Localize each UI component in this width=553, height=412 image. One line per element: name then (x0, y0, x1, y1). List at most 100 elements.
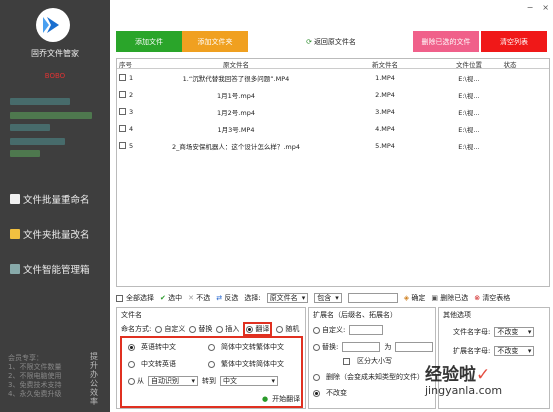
select-all-checkbox[interactable]: 全部选择 (116, 293, 154, 303)
chevron-down-icon: ▾ (527, 328, 532, 336)
cell-index: 4 (129, 124, 134, 133)
to-select[interactable]: 中文 ▾ (220, 376, 278, 386)
filename-panel: 文件名 命名方式: 自定义 替换 插入 翻译 随机 英语转中文 简体中文转繁体中… (116, 307, 306, 409)
delete-icon: ▣ (431, 294, 438, 302)
box-icon (10, 264, 20, 274)
cell-location: E:\视… (458, 91, 480, 100)
option-label: 中文转英语 (141, 360, 176, 368)
invert-button[interactable]: ⇄ 反选 (216, 293, 238, 303)
cell-new: 1.MP4 (375, 73, 395, 82)
blurred-info (10, 124, 50, 131)
ext-case-checkbox[interactable]: 区分大小写 (343, 356, 392, 366)
option-en-zh[interactable]: 英语转中文 (128, 342, 176, 352)
mode-custom[interactable]: 自定义 (155, 324, 185, 334)
cell-location: E:\视… (458, 125, 480, 134)
row-checkbox[interactable] (119, 125, 126, 132)
row-checkbox[interactable] (119, 142, 126, 149)
filter-input[interactable] (347, 293, 398, 303)
cell-new: 2.MP4 (375, 90, 395, 99)
ext-case-row: 扩展名字母: 不改变 ▾ (453, 346, 535, 356)
select-button[interactable]: ✔ 选中 (160, 293, 182, 303)
cell-location: E:\视… (458, 108, 480, 117)
mode-label: 命名方式: (121, 325, 152, 333)
option-label: 简体中文转繁体中文 (221, 343, 284, 351)
restore-name-button[interactable]: ⟳ 返回原文件名 (290, 31, 372, 52)
nav-smart-box[interactable]: 文件智能管理箱 (10, 262, 110, 276)
unselect-button[interactable]: ✕ 不选 (188, 293, 210, 303)
clear-icon: ⊗ (474, 294, 481, 302)
ext-replace-to-input[interactable] (395, 342, 434, 352)
confirm-icon: ◈ (403, 294, 410, 302)
option-t2s[interactable]: 繁体中文转简体中文 (208, 359, 284, 369)
select-all-label: 全部选择 (126, 294, 154, 302)
mode-replace[interactable]: 替换 (189, 324, 212, 334)
cell-original: 1月1号.mp4 (217, 91, 255, 100)
from-select[interactable]: 自动识别 ▾ (148, 376, 198, 386)
mode-translate[interactable]: 翻译 (243, 322, 273, 336)
member-title: 会员专享： (8, 354, 43, 362)
option-label: 繁体中文转简体中文 (221, 360, 284, 368)
cell-new: 4.MP4 (375, 124, 395, 133)
ext-replace-from-input[interactable] (342, 342, 381, 352)
ext-to-label: 为 (384, 343, 392, 351)
ext-custom-radio[interactable]: 自定义: (313, 325, 345, 335)
mode-random[interactable]: 随机 (276, 324, 299, 334)
nav-file-rename[interactable]: 文件批量重命名 (10, 192, 110, 206)
table-row[interactable]: 2 1月1号.mp4 2.MP4 E:\视… (117, 86, 549, 103)
ext-case-value: 不改变 (497, 347, 519, 355)
extension-panel: 扩展名（后缀名、拓展名） 自定义: 替换: 为 区分大小写 删除（会变成未知类型… (308, 307, 436, 409)
from-radio[interactable]: 从 (128, 376, 144, 386)
ext-case-row-label: 扩展名字母: (453, 347, 491, 355)
header-index: 序号 (119, 60, 132, 69)
cell-status (493, 69, 527, 86)
member-line: 3、免费技术支持 (8, 381, 62, 389)
ext-case-select[interactable]: 不改变 ▾ (494, 346, 535, 356)
table-row[interactable]: 3 1月2号.mp4 3.MP4 E:\视… (117, 103, 549, 120)
invert-label: 反选 (224, 294, 239, 302)
mode-insert[interactable]: 插入 (216, 324, 239, 334)
option-s2t[interactable]: 简体中文转繁体中文 (208, 342, 284, 352)
table-row[interactable]: 1 1.“沉默代替我回答了很多问题”.MP4 1.MP4 E:\视… (117, 69, 549, 86)
mode-custom-label: 自定义 (164, 325, 186, 333)
delete-selected-button[interactable]: ▣ 删除已选 (431, 293, 468, 303)
ext-replace-label: 替换: (322, 343, 339, 351)
op-value: 包含 (317, 294, 332, 302)
close-icon[interactable]: × (542, 3, 549, 12)
ext-nochange-radio[interactable]: 不改变 (313, 388, 347, 398)
add-folder-button[interactable]: 添加文件夹 (182, 31, 248, 52)
add-file-button[interactable]: 添加文件 (116, 31, 182, 52)
clear-list-button[interactable]: 清空列表 (481, 31, 547, 52)
confirm-button[interactable]: ◈ 确定 (404, 293, 426, 303)
selection-toolbar: 全部选择 ✔ 选中 ✕ 不选 ⇄ 反选 选择: 原文件名 ▾ 包含 ▾ ◈ 确定 ▣… (116, 292, 550, 304)
cell-original: 1.“沉默代替我回答了很多问题”.MP4 (182, 74, 290, 83)
field-select[interactable]: 原文件名 ▾ (266, 293, 309, 303)
table-row[interactable]: 5 2_商场安保机器人：这个设计怎么样？.mp4 5.MP4 E:\视… (117, 137, 549, 154)
op-select[interactable]: 包含 ▾ (314, 293, 342, 303)
nav-label: 文件夹批量改名 (23, 230, 90, 241)
ext-custom-input[interactable] (349, 325, 384, 335)
blurred-info (10, 98, 70, 105)
start-translate-button[interactable]: ● 开始翻译 (262, 394, 300, 404)
clear-table-button[interactable]: ⊗ 清空表格 (474, 293, 510, 303)
header-original: 原文件名 (223, 60, 249, 69)
checkmark-icon: ✓ (476, 365, 491, 385)
refresh-icon: ⟳ (306, 37, 312, 46)
minimize-icon[interactable]: − (527, 3, 534, 12)
ext-delete-radio[interactable]: 删除（会变成未知类型的文件） (313, 372, 424, 382)
cell-index: 2 (129, 90, 134, 99)
ext-custom-row: 自定义: (313, 325, 384, 335)
check-icon: ✔ (160, 294, 166, 302)
delete-selected-file-button[interactable]: 删除已选的文件 (413, 31, 479, 52)
row-checkbox[interactable] (119, 91, 126, 98)
row-checkbox[interactable] (119, 108, 126, 115)
option-zh-en[interactable]: 中文转英语 (128, 359, 176, 369)
row-checkbox[interactable] (119, 74, 126, 81)
app-name: 固乔文件管家 (31, 49, 79, 58)
table-row[interactable]: 4 1月3号.MP4 4.MP4 E:\视… (117, 120, 549, 137)
name-case-select[interactable]: 不改变 ▾ (494, 327, 535, 337)
nav-folder-rename[interactable]: 文件夹批量改名 (10, 227, 110, 241)
app-logo (36, 8, 70, 42)
ext-replace-radio[interactable]: 替换: (313, 342, 338, 352)
naming-mode-row: 命名方式: 自定义 替换 插入 翻译 随机 (121, 322, 299, 336)
member-line: 2、不限电脑使用 (8, 372, 62, 380)
